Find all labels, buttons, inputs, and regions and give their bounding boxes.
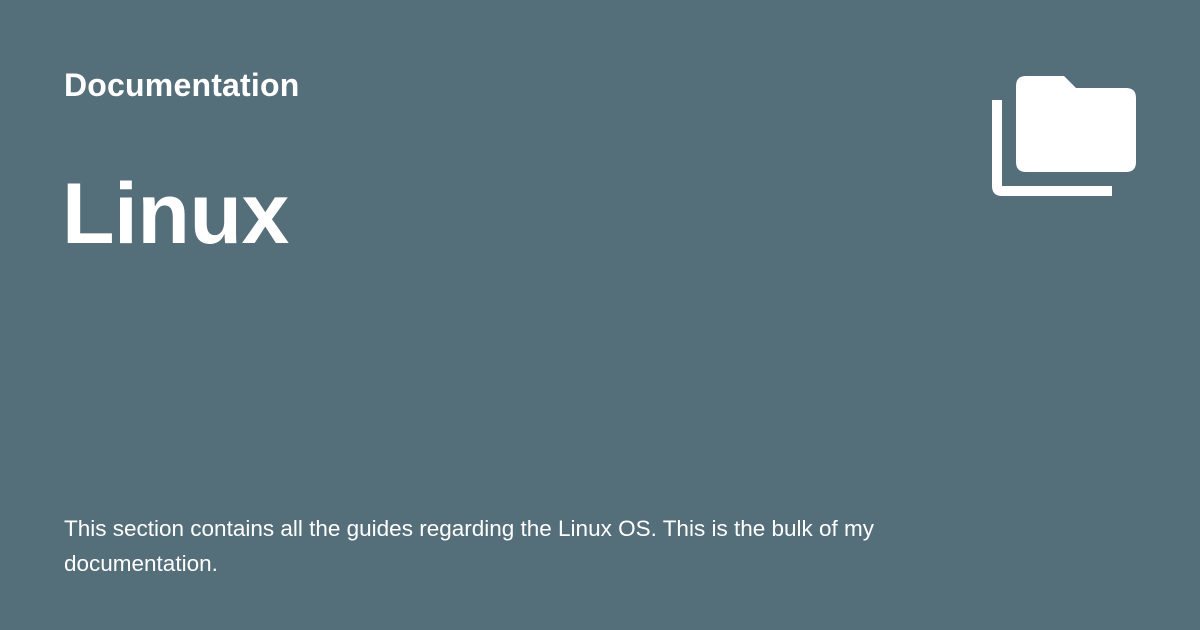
folder-multiple-icon (992, 76, 1136, 196)
page-description: This section contains all the guides reg… (64, 516, 875, 576)
site-name: Documentation (64, 67, 300, 103)
page-title: Linux (62, 166, 289, 262)
social-card: Documentation Linux This section contain… (0, 0, 1200, 630)
